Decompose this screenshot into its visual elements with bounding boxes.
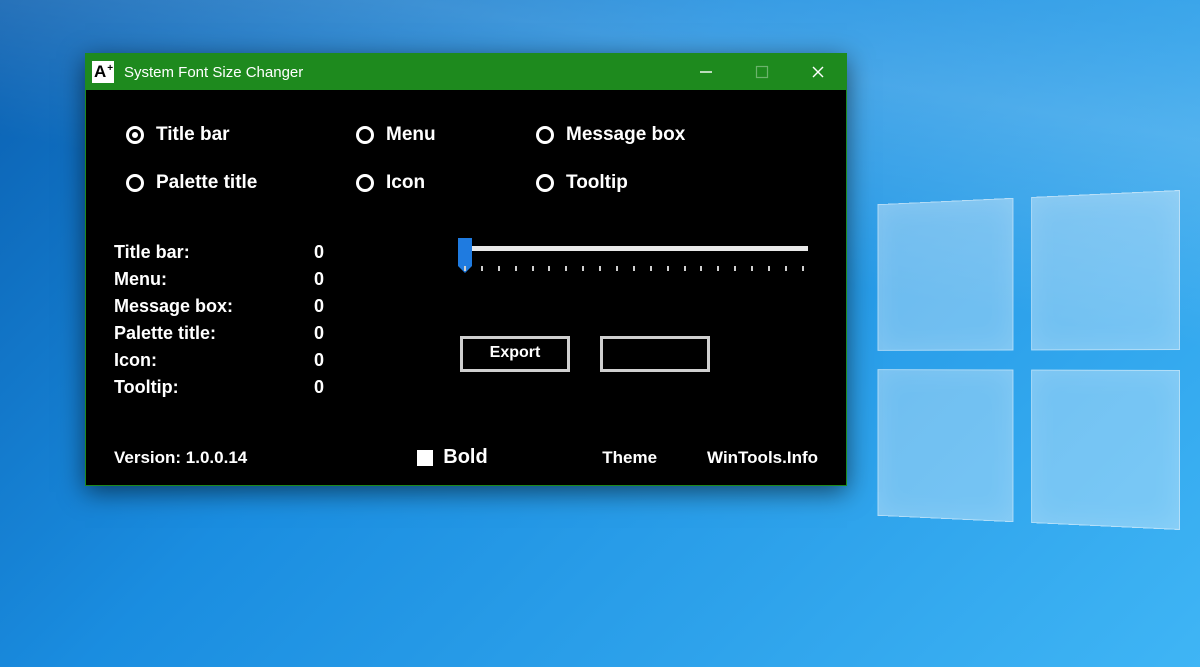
radio-label: Palette title: [156, 172, 257, 194]
radio-palette-title[interactable]: Palette title: [126, 172, 356, 194]
secondary-button[interactable]: [600, 336, 710, 372]
value-row: Menu:0: [114, 269, 424, 290]
radio-label: Message box: [566, 124, 685, 146]
size-slider[interactable]: [460, 244, 808, 292]
value-row: Message box:0: [114, 296, 424, 317]
radio-group: Title bar Menu Message box Palette title Ico…: [126, 124, 818, 194]
value-number: 0: [314, 377, 354, 398]
close-button[interactable]: [790, 54, 846, 90]
radio-label: Menu: [386, 124, 436, 146]
radio-message-box[interactable]: Message box: [536, 124, 818, 146]
value-row: Tooltip:0: [114, 377, 424, 398]
app-window: A + System Font Size Changer Title bar Me…: [85, 53, 847, 486]
desktop-wallpaper: A + System Font Size Changer Title bar Me…: [0, 0, 1200, 667]
value-row: Icon:0: [114, 350, 424, 371]
radio-icon[interactable]: Icon: [356, 172, 536, 194]
wintools-link[interactable]: WinTools.Info: [707, 448, 818, 468]
radio-menu[interactable]: Menu: [356, 124, 536, 146]
value-label: Message box:: [114, 296, 314, 317]
bold-label: Bold: [443, 446, 487, 469]
maximize-button[interactable]: [734, 54, 790, 90]
radio-tooltip[interactable]: Tooltip: [536, 172, 818, 194]
client-area: Title bar Menu Message box Palette title Ico…: [86, 90, 846, 485]
radio-circle-icon: [536, 126, 554, 144]
app-icon: A +: [92, 61, 114, 83]
radio-circle-icon: [356, 174, 374, 192]
checkbox-box-icon: [417, 450, 433, 466]
radio-circle-icon: [356, 126, 374, 144]
value-label: Title bar:: [114, 242, 314, 263]
radio-label: Tooltip: [566, 172, 628, 194]
value-number: 0: [314, 350, 354, 371]
value-list: Title bar:0Menu:0Message box:0Palette ti…: [114, 242, 424, 404]
value-label: Tooltip:: [114, 377, 314, 398]
export-button[interactable]: Export: [460, 336, 570, 372]
windows-logo: [878, 190, 1180, 530]
value-row: Palette title:0: [114, 323, 424, 344]
value-number: 0: [314, 269, 354, 290]
value-row: Title bar:0: [114, 242, 424, 263]
radio-circle-icon: [126, 126, 144, 144]
radio-label: Icon: [386, 172, 425, 194]
titlebar[interactable]: A + System Font Size Changer: [86, 54, 846, 90]
version-label: Version: 1.0.0.14: [114, 448, 247, 468]
slider-ticks: [464, 266, 804, 276]
value-label: Icon:: [114, 350, 314, 371]
bold-checkbox[interactable]: Bold: [417, 446, 487, 469]
value-number: 0: [314, 296, 354, 317]
theme-button[interactable]: Theme: [602, 448, 657, 468]
value-number: 0: [314, 242, 354, 263]
window-controls: [678, 54, 846, 90]
radio-label: Title bar: [156, 124, 230, 146]
window-title: System Font Size Changer: [124, 64, 303, 81]
slider-track: [460, 246, 808, 251]
radio-circle-icon: [126, 174, 144, 192]
value-number: 0: [314, 323, 354, 344]
slider-thumb[interactable]: [458, 238, 472, 266]
minimize-button[interactable]: [678, 54, 734, 90]
value-label: Palette title:: [114, 323, 314, 344]
radio-title-bar[interactable]: Title bar: [126, 124, 356, 146]
radio-circle-icon: [536, 174, 554, 192]
value-label: Menu:: [114, 269, 314, 290]
